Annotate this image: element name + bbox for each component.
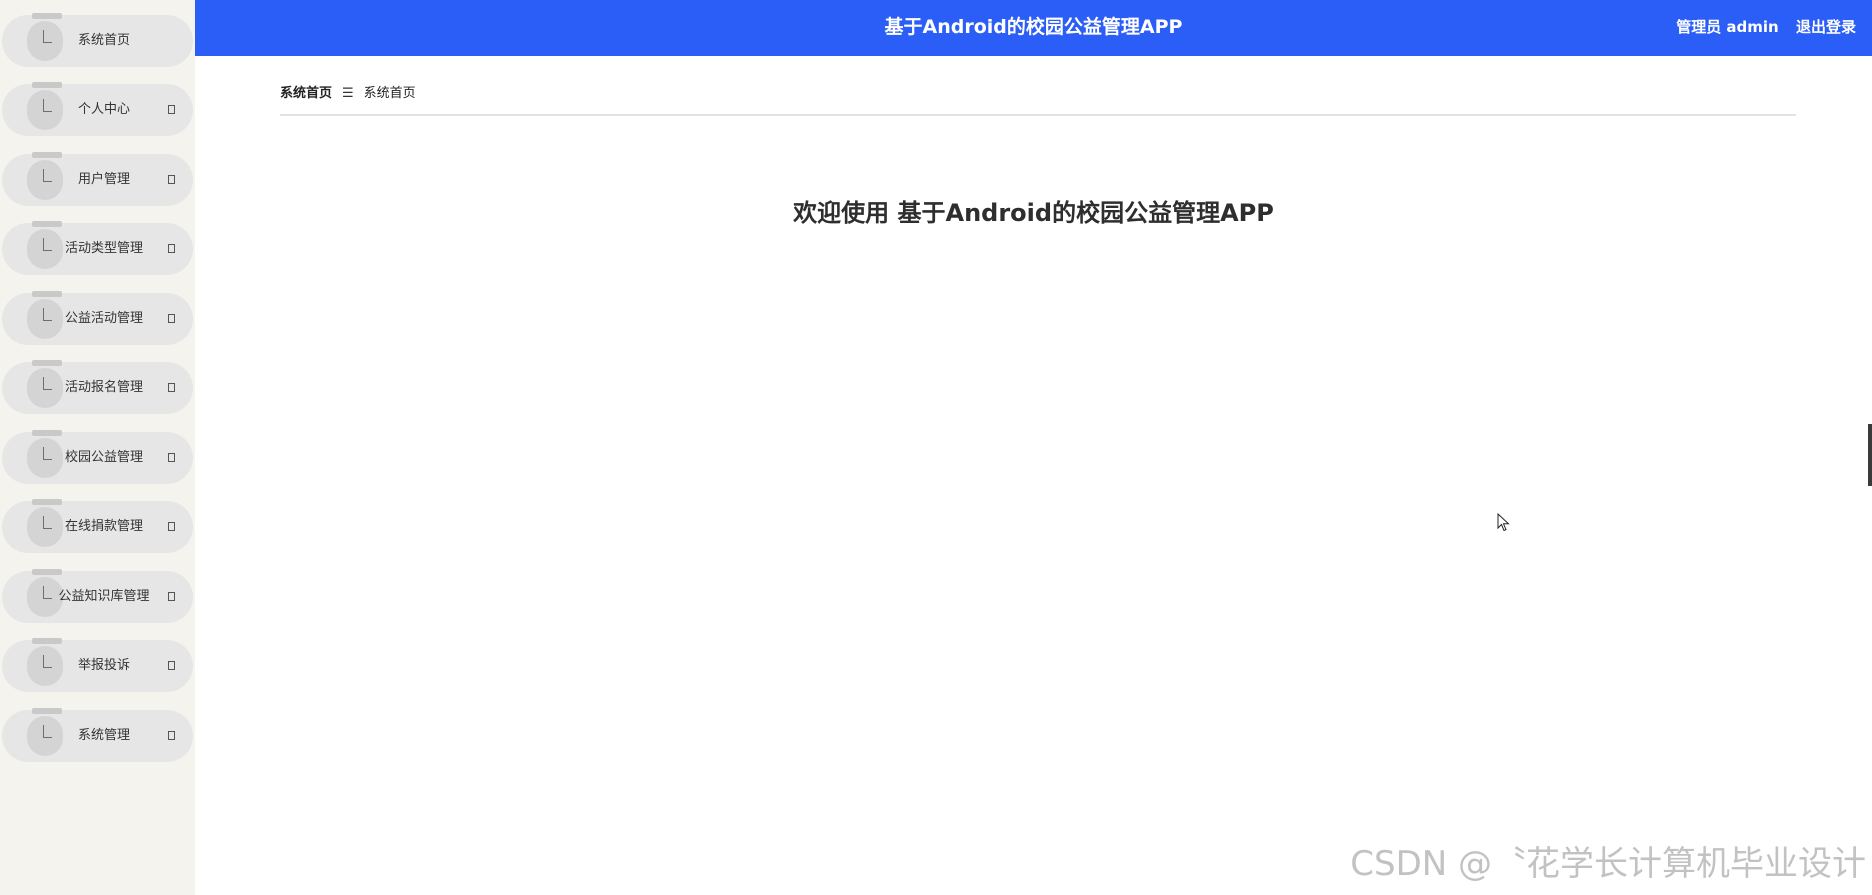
mouse-pointer-icon <box>1497 513 1510 532</box>
app-title: 基于Android的校园公益管理APP <box>884 16 1183 38</box>
expand-arrow-icon <box>168 592 175 601</box>
sidebar-item-activity-registration-management[interactable]: 活动报名管理 <box>2 360 193 414</box>
sidebar-item-label: 活动报名管理 <box>64 380 143 395</box>
sidebar-item-system-management[interactable]: 系统管理 <box>2 708 193 762</box>
sidebar-item-label: 举报投诉 <box>77 658 130 673</box>
sidebar-item-label: 系统管理 <box>77 728 130 743</box>
breadcrumb-separator-icon: ☰ <box>342 86 354 101</box>
expand-arrow-icon <box>168 522 175 531</box>
sidebar-item-label: 系统首页 <box>77 33 130 48</box>
sidebar-item-home[interactable]: 系统首页 <box>2 13 193 67</box>
expand-arrow-icon <box>168 383 175 392</box>
expand-arrow-icon <box>168 175 175 184</box>
expand-arrow-icon <box>168 244 175 253</box>
top-header: 基于Android的校园公益管理APP 管理员 admin 退出登录 <box>195 0 1872 56</box>
sidebar-item-label: 公益活动管理 <box>64 311 143 326</box>
sidebar-item-report-complaint[interactable]: 举报投诉 <box>2 638 193 692</box>
expand-arrow-icon <box>168 731 175 740</box>
logout-button[interactable]: 退出登录 <box>1796 18 1856 36</box>
sidebar-item-charity-knowledge-base-management[interactable]: 公益知识库管理 <box>2 569 193 623</box>
sidebar-item-campus-charity-management[interactable]: 校园公益管理 <box>2 430 193 484</box>
watermark: CSDN @〝花学长计算机毕业设计 <box>1350 844 1866 884</box>
sidebar-item-activity-type-management[interactable]: 活动类型管理 <box>2 221 193 275</box>
sidebar-item-personal-center[interactable]: 个人中心 <box>2 82 193 136</box>
sidebar-item-label: 用户管理 <box>77 172 130 187</box>
breadcrumb: 系统首页 ☰ 系统首页 <box>280 82 416 101</box>
breadcrumb-current: 系统首页 <box>363 86 416 101</box>
expand-arrow-icon <box>168 314 175 323</box>
expand-arrow-icon <box>168 661 175 670</box>
breadcrumb-home-link[interactable]: 系统首页 <box>280 86 332 101</box>
breadcrumb-divider <box>280 114 1796 116</box>
sidebar-item-user-management[interactable]: 用户管理 <box>2 152 193 206</box>
sidebar-item-label: 在线捐款管理 <box>64 519 143 534</box>
current-user-label: 管理员 admin <box>1676 18 1779 36</box>
welcome-heading: 欢迎使用 基于Android的校园公益管理APP <box>793 199 1274 227</box>
header-user-area: 管理员 admin 退出登录 <box>1676 0 1856 54</box>
sidebar-item-online-donation-management[interactable]: 在线捐款管理 <box>2 499 193 553</box>
expand-arrow-icon <box>168 105 175 114</box>
sidebar: 系统首页 个人中心 用户管理 活动类型管理 公益活动管理 活动报名管理 校园公益… <box>0 0 195 895</box>
sidebar-item-label: 活动类型管理 <box>64 241 143 256</box>
sidebar-item-label: 校园公益管理 <box>64 450 143 465</box>
scrollbar-thumb[interactable] <box>1868 424 1872 486</box>
sidebar-item-charity-activity-management[interactable]: 公益活动管理 <box>2 291 193 345</box>
sidebar-item-label: 公益知识库管理 <box>58 589 150 604</box>
expand-arrow-icon <box>168 453 175 462</box>
sidebar-item-label: 个人中心 <box>77 102 130 117</box>
